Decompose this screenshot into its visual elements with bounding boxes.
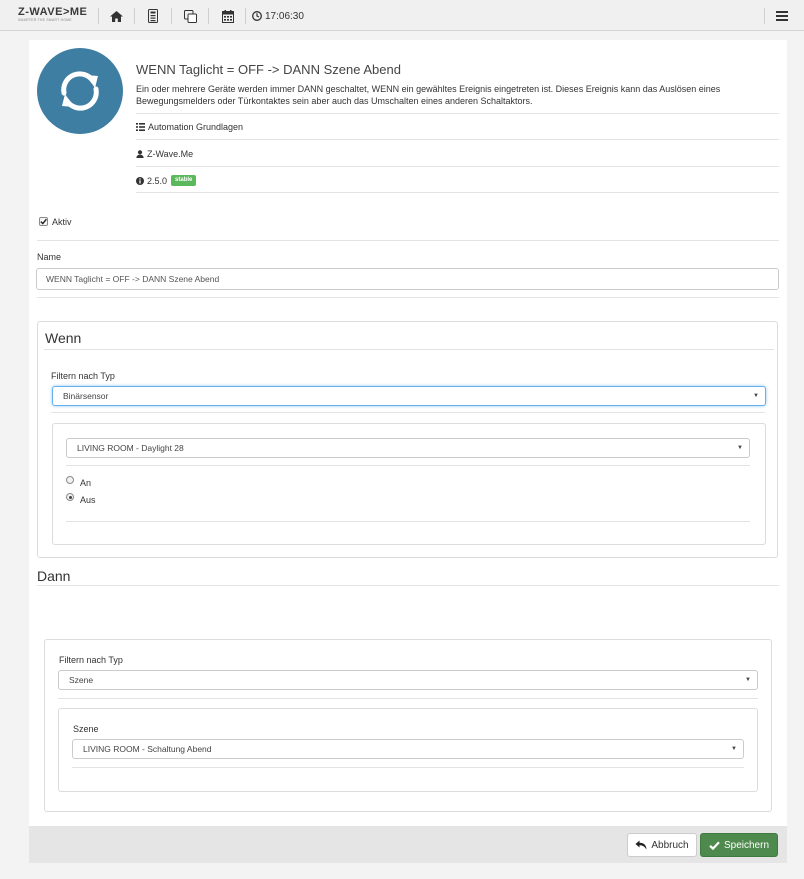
info-icon	[136, 176, 144, 185]
divider	[37, 297, 779, 298]
home-icon[interactable]	[108, 6, 124, 26]
clock-time: 17:06:30	[265, 10, 304, 22]
dann-filter-select[interactable]: Szene ▼	[58, 670, 758, 690]
wenn-filter-select[interactable]: Binärsensor ▼	[52, 386, 766, 406]
checkmark-icon	[40, 218, 47, 225]
refresh-icon	[61, 71, 99, 111]
author-label: Z-Wave.Me	[147, 149, 194, 159]
dann-action-panel: Filtern nach Typ Szene ▼ Szene LIVING RO…	[44, 639, 772, 812]
app-title: WENN Taglicht = OFF -> DANN Szene Abend	[136, 62, 401, 77]
version-row: 2.5.0 stable	[136, 175, 197, 186]
radio-an[interactable]	[66, 476, 74, 484]
dann-title: Dann	[37, 568, 71, 584]
divider	[136, 113, 779, 114]
divider	[58, 698, 758, 699]
author-row: Z-Wave.Me	[136, 149, 193, 159]
clock-display: 17:06:30	[252, 6, 312, 26]
divider	[37, 240, 779, 241]
hamburger-menu-icon[interactable]	[774, 6, 790, 26]
radio-aus-label: Aus	[80, 495, 96, 505]
divider	[51, 412, 765, 413]
app-description: Ein oder mehrere Geräte werden immer DAN…	[136, 84, 721, 106]
undo-icon	[635, 840, 647, 850]
nav-divider	[98, 8, 99, 24]
category-label: Automation Grundlagen	[148, 122, 244, 132]
save-label: Speichern	[723, 839, 770, 851]
caret-down-icon: ▼	[737, 445, 743, 451]
scene-select[interactable]: LIVING ROOM - Schaltung Abend ▼	[72, 739, 744, 759]
category-row: Automation Grundlagen	[136, 122, 243, 132]
wenn-device-value: LIVING ROOM - Daylight 28	[77, 443, 184, 453]
divider	[136, 166, 779, 167]
wenn-title: Wenn	[45, 330, 82, 346]
clock-icon	[252, 11, 262, 21]
list-icon	[136, 123, 145, 131]
divider	[37, 585, 779, 586]
caret-down-icon: ▼	[745, 677, 751, 683]
app-icon	[37, 48, 123, 134]
logo-subtitle: SMARTER THE SMART HOME	[18, 18, 72, 22]
active-label: Aktiv	[52, 217, 72, 227]
caret-down-icon: ▼	[753, 393, 759, 399]
dann-filter-value: Szene	[69, 675, 94, 685]
devices-icon[interactable]	[145, 6, 161, 26]
cancel-button[interactable]: Abbruch	[627, 833, 697, 857]
divider	[66, 521, 750, 522]
wenn-panel: Wenn Filtern nach Typ Binärsensor ▼ LIVI…	[37, 321, 778, 558]
wenn-filter-value: Binärsensor	[63, 391, 109, 401]
name-label: Name	[37, 252, 62, 262]
cancel-label: Abbruch	[651, 839, 689, 851]
app-config-card: WENN Taglicht = OFF -> DANN Szene Abend …	[29, 40, 787, 826]
divider	[136, 192, 779, 193]
dann-scene-panel: Szene LIVING ROOM - Schaltung Abend ▼	[58, 708, 758, 792]
active-checkbox[interactable]	[39, 217, 48, 226]
nav-divider	[208, 8, 209, 24]
zwave-logo[interactable]: Z-WAVE>ME SMARTER THE SMART HOME	[18, 7, 90, 25]
wenn-filter-label: Filtern nach Typ	[51, 371, 115, 381]
scene-value: LIVING ROOM - Schaltung Abend	[83, 744, 212, 754]
dann-filter-label: Filtern nach Typ	[59, 655, 123, 665]
divider	[66, 465, 750, 466]
nav-divider	[245, 8, 246, 24]
nav-divider	[134, 8, 135, 24]
top-navbar: Z-WAVE>ME SMARTER THE SMART HOME 17:06:3…	[0, 0, 804, 31]
user-icon	[136, 150, 144, 158]
caret-down-icon: ▼	[731, 746, 737, 752]
save-button[interactable]: Speichern	[700, 833, 778, 857]
stable-badge: stable	[171, 175, 197, 186]
calendar-icon[interactable]	[220, 6, 236, 26]
divider	[72, 767, 744, 768]
logo-text: Z-WAVE>ME	[18, 6, 88, 18]
divider	[44, 349, 774, 350]
version-label: 2.5.0	[147, 175, 168, 186]
nav-divider	[764, 8, 765, 24]
divider	[136, 139, 779, 140]
scene-label: Szene	[73, 724, 99, 734]
name-input[interactable]: WENN Taglicht = OFF -> DANN Szene Abend	[36, 268, 779, 290]
apps-icon[interactable]	[182, 6, 198, 26]
radio-aus[interactable]	[66, 493, 74, 501]
wenn-device-select[interactable]: LIVING ROOM - Daylight 28 ▼	[66, 438, 750, 458]
wenn-device-panel: LIVING ROOM - Daylight 28 ▼ An Aus	[52, 423, 766, 545]
nav-divider	[171, 8, 172, 24]
check-icon	[709, 840, 720, 850]
radio-an-label: An	[80, 478, 92, 488]
